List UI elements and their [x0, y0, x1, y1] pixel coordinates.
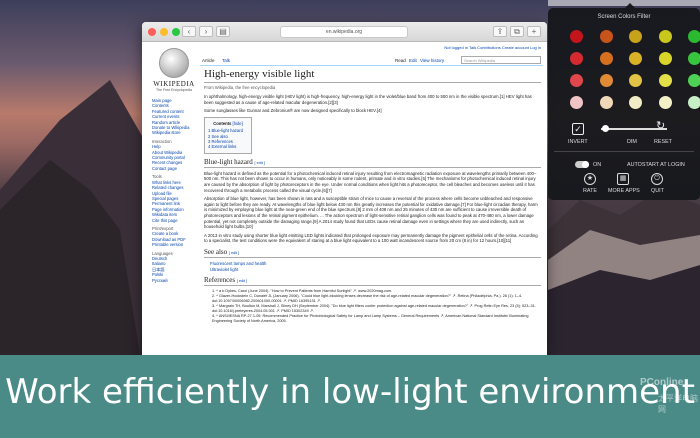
sidebar-item[interactable]: Printable version	[152, 242, 202, 247]
panel-title: Screen Colors Filter	[597, 14, 651, 20]
color-swatch[interactable]	[599, 96, 613, 109]
star-icon[interactable]: ★	[584, 173, 596, 185]
minimize-button[interactable]	[160, 28, 168, 36]
color-swatch[interactable]	[629, 74, 642, 87]
autostart-label: AUTOSTART AT LOGIN	[627, 162, 685, 168]
color-swatch[interactable]	[570, 52, 583, 65]
globe-icon	[159, 48, 189, 78]
toc-item[interactable]: 1 Blue-light hazard	[208, 128, 248, 133]
wikipedia-page: WIKIPEDIA The Free Encyclopedia Not logg…	[142, 42, 547, 355]
more-apps-label[interactable]: MORE APPS	[608, 188, 640, 194]
color-swatch[interactable]	[599, 74, 613, 87]
sidebar: Main page Contents Featured content Curr…	[152, 98, 202, 283]
dim-label: DIM	[627, 139, 637, 145]
sidebar-item[interactable]: Cite this page	[152, 218, 202, 223]
color-swatch[interactable]	[599, 30, 613, 43]
rate-label[interactable]: RATE	[583, 188, 597, 194]
menu-bar	[548, 0, 700, 6]
color-swatch[interactable]	[658, 30, 672, 43]
edit-link[interactable]: [ edit ]	[237, 279, 247, 283]
back-button[interactable]: ‹	[182, 26, 196, 37]
color-swatch[interactable]	[688, 96, 700, 109]
page-subtitle: From Wikipedia, the free encyclopedia	[204, 85, 276, 90]
sidebar-item[interactable]: Русский	[152, 278, 202, 283]
color-swatch[interactable]	[688, 74, 700, 87]
tabs-icon[interactable]: ⧉	[510, 26, 524, 37]
paragraph: A 2013 in vitro study using shorter blue…	[204, 232, 538, 244]
wikipedia-logo[interactable]: WIKIPEDIA The Free Encyclopedia	[150, 48, 198, 92]
autostart-toggle[interactable]	[575, 161, 589, 168]
reference-item: 2. ^ Glazer-Hockstein C, Dunaief JL (Jan…	[212, 294, 523, 304]
quit-label[interactable]: QUIT	[651, 188, 664, 194]
invert-label: INVERT	[568, 139, 588, 145]
plus-icon[interactable]: +	[527, 26, 541, 37]
browser-toolbar: ‹ › ▤ en.wikipedia.org ⇪ ⧉ +	[142, 22, 547, 42]
color-swatch[interactable]	[658, 52, 672, 65]
paragraph: Absorption of blue light, however, has b…	[204, 196, 538, 230]
paragraph: Some sunglasses like Gunnar and Zebroniu…	[204, 108, 382, 114]
edit-link[interactable]: [ edit ]	[229, 251, 239, 255]
share-icon[interactable]: ⇪	[493, 26, 507, 37]
sidebar-toggle-icon[interactable]: ▤	[216, 26, 230, 37]
paragraph: In ophthalmology, high-energy visible li…	[204, 94, 532, 105]
safari-window: ‹ › ▤ en.wikipedia.org ⇪ ⧉ + WIKIPEDIA T…	[142, 22, 547, 355]
invert-checkbox[interactable]: ✓	[572, 123, 584, 135]
sidebar-item[interactable]: Contact page	[152, 166, 202, 171]
divider	[554, 151, 694, 152]
list-item[interactable]: Ultraviolet light	[204, 267, 541, 273]
paragraph: Blue-light hazard is defined as the pote…	[204, 170, 537, 193]
reference-item: 4. ^ ANSI/IESNA RP-27.1-05: Recommended …	[212, 314, 529, 324]
tab-article[interactable]: Article	[202, 58, 215, 63]
window-controls	[148, 28, 180, 36]
watermark-logo: PConline	[640, 377, 684, 388]
color-swatch[interactable]	[658, 74, 672, 87]
section-heading: Blue-light hazard [ edit ]	[204, 158, 541, 168]
tab-talk[interactable]: Talk	[222, 58, 230, 63]
table-of-contents: Contents [hide] 1 Blue-light hazard 2 Se…	[204, 116, 252, 154]
color-swatch[interactable]	[629, 96, 642, 109]
tagline: The Free Encyclopedia	[156, 88, 192, 92]
tab-read[interactable]: Read	[395, 58, 406, 63]
reset-icon[interactable]: ↻	[656, 119, 665, 132]
color-swatch[interactable]	[599, 52, 613, 65]
section-heading: See also [ edit ]	[204, 248, 541, 258]
wordmark: WIKIPEDIA	[153, 80, 195, 88]
color-swatch[interactable]	[570, 74, 583, 87]
power-icon[interactable]: ⏻	[651, 173, 663, 185]
color-swatch[interactable]	[570, 96, 583, 109]
sidebar-item[interactable]: Wikipedia store	[152, 130, 202, 135]
edit-link[interactable]: [ edit ]	[255, 161, 265, 165]
reference-item: 3. ^ Margrain TH, Boulton M, Marshall J,…	[212, 304, 536, 314]
page-title: High-energy visible light	[204, 68, 541, 83]
article-body: High-energy visible light From Wikipedia…	[204, 68, 541, 355]
autostart-state: ON	[593, 162, 602, 168]
page-tabs: Article Talk Read Edit View history Sear…	[200, 56, 543, 66]
user-links[interactable]: Not logged in Talk Contributions Create …	[444, 45, 541, 50]
dim-slider-handle[interactable]	[602, 125, 610, 132]
color-swatch[interactable]	[629, 52, 642, 65]
reset-label: RESET	[654, 139, 672, 145]
toc-title: Contents	[213, 120, 232, 126]
zoom-button[interactable]	[172, 28, 180, 36]
color-swatch[interactable]	[629, 30, 642, 43]
screen-colors-filter-panel: Screen Colors Filter ✓ INVERT DIM ↻ RESE…	[548, 8, 700, 200]
section-heading: References [ edit ]	[204, 276, 541, 287]
banner-text: Work efficiently in low-light environmen…	[5, 372, 695, 412]
tab-edit[interactable]: Edit	[409, 58, 417, 63]
tab-history[interactable]: View history	[420, 58, 444, 63]
search-input[interactable]: Search Wikipedia	[461, 56, 541, 64]
close-button[interactable]	[148, 28, 156, 36]
forward-button[interactable]: ›	[199, 26, 213, 37]
color-swatch[interactable]	[658, 96, 672, 109]
color-swatch[interactable]	[688, 30, 700, 43]
watermark-text: 太平洋电脑网	[658, 394, 698, 414]
address-bar[interactable]: en.wikipedia.org	[280, 26, 408, 38]
toc-hide-link[interactable]: [hide]	[233, 121, 243, 126]
toc-item[interactable]: 4 External links	[208, 144, 248, 149]
color-swatch[interactable]	[570, 30, 583, 43]
app-store-icon[interactable]: ▦	[617, 173, 629, 185]
color-swatch[interactable]	[688, 52, 700, 65]
